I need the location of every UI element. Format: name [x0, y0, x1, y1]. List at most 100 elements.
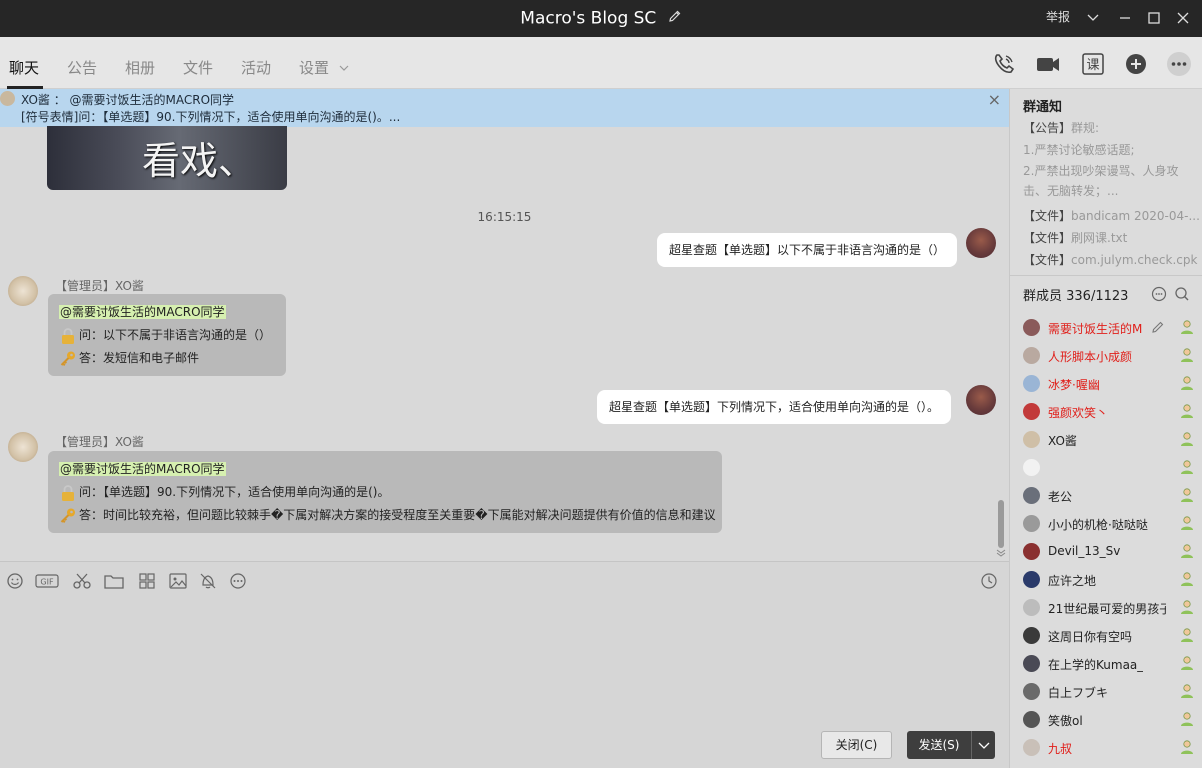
- edit-title-icon[interactable]: [668, 0, 682, 37]
- tab-album[interactable]: 相册: [125, 57, 155, 78]
- member-name: XO酱: [1048, 434, 1077, 448]
- svg-text:GIF: GIF: [40, 578, 54, 587]
- member-item[interactable]: 在上学的Kumaa_: [1023, 649, 1201, 677]
- member-item[interactable]: 需要讨饭生活的M: [1023, 313, 1201, 341]
- banner-close-icon[interactable]: ×: [988, 90, 1001, 109]
- member-status-icon: [1179, 627, 1195, 643]
- close-icon[interactable]: [1173, 9, 1193, 27]
- tab-announcement[interactable]: 公告: [67, 57, 97, 78]
- avatar: [0, 91, 15, 106]
- file-name: bandicam 2020-04-...: [1071, 209, 1199, 223]
- member-status-icon: [1179, 683, 1195, 699]
- member-item[interactable]: 这周日你有空吗: [1023, 621, 1201, 649]
- more-tools-icon[interactable]: [229, 572, 247, 590]
- outgoing-message[interactable]: 超星查题【单选题】以下不属于非语言沟通的是（）: [657, 233, 958, 267]
- send-button[interactable]: 发送(S): [907, 731, 971, 759]
- member-chat-icon[interactable]: [1151, 286, 1167, 302]
- avatar[interactable]: [966, 385, 996, 415]
- notice-rule: 2.严禁出现吵架谩骂、人身攻: [1023, 164, 1179, 178]
- file-item[interactable]: 【文件】刷网课.txt: [1023, 229, 1199, 246]
- maximize-icon[interactable]: [1144, 9, 1164, 27]
- member-item[interactable]: 笑傲ol: [1023, 705, 1201, 733]
- file-tag: 【文件】: [1023, 253, 1072, 267]
- chat-area[interactable]: XO酱 ： @需要讨饭生活的MACRO同学 [符号表情]问：【单选题】90.下列…: [0, 89, 1009, 561]
- chevron-down-icon: [978, 742, 990, 749]
- member-item[interactable]: 21世纪最可爱的男孩子: [1023, 593, 1201, 621]
- svg-text:课: 课: [1086, 58, 1099, 73]
- voice-call-icon[interactable]: [991, 51, 1017, 77]
- image-caption: 看戏、: [142, 139, 257, 183]
- member-name: 应许之地: [1048, 574, 1097, 588]
- folder-icon[interactable]: [104, 572, 124, 590]
- tab-files[interactable]: 文件: [183, 57, 213, 78]
- member-name: Devil_13_Sv: [1048, 544, 1121, 558]
- file-item[interactable]: 【文件】bandicam 2020-04-...: [1023, 207, 1199, 224]
- tab-chat[interactable]: 聊天: [9, 57, 39, 78]
- mention[interactable]: @需要讨饭生活的MACRO同学: [59, 305, 226, 319]
- tab-activities[interactable]: 活动: [241, 57, 271, 78]
- add-app-icon[interactable]: [1123, 51, 1149, 77]
- chevron-down-icon[interactable]: [1083, 9, 1103, 27]
- report-link[interactable]: 举报: [1046, 0, 1070, 35]
- send-options-button[interactable]: [971, 731, 995, 759]
- mention[interactable]: @需要讨饭生活的MACRO同学: [59, 462, 226, 476]
- member-name: 这周日你有空吗: [1048, 630, 1133, 644]
- incoming-message[interactable]: @需要讨饭生活的MACRO同学 问：以下不属于非语言沟通的是（） 答：发短信和电…: [48, 294, 286, 376]
- file-item[interactable]: 【文件】com.julym.check.cpk: [1023, 251, 1199, 268]
- member-status-icon: [1179, 347, 1195, 363]
- avatar[interactable]: [8, 432, 38, 462]
- member-status-icon: [1179, 375, 1195, 391]
- member-item[interactable]: 九叔: [1023, 733, 1201, 761]
- emoji-icon[interactable]: [6, 572, 24, 590]
- doc-icon[interactable]: [138, 572, 156, 590]
- avatar: [1023, 347, 1040, 364]
- edit-card-icon[interactable]: [1151, 320, 1165, 334]
- incoming-message[interactable]: @需要讨饭生活的MACRO同学 问：【单选题】90.下列情况下，适合使用单向沟通…: [48, 451, 722, 533]
- minimize-icon[interactable]: [1115, 9, 1135, 27]
- answer-text: 答：发短信和电子邮件: [79, 351, 200, 365]
- question-text: 问：【单选题】90.下列情况下，适合使用单向沟通的是()。: [79, 485, 390, 499]
- member-item[interactable]: Devil_13_Sv: [1023, 537, 1201, 565]
- close-button[interactable]: 关闭(C): [821, 731, 892, 759]
- member-status-icon: [1179, 543, 1195, 559]
- member-status-icon: [1179, 711, 1195, 727]
- screenshot-scissors-icon[interactable]: [72, 572, 92, 590]
- more-icon[interactable]: [1166, 51, 1192, 77]
- image-message[interactable]: 看戏、: [47, 126, 287, 190]
- file-name: com.julym.check.cpk: [1071, 253, 1198, 267]
- message-input-area[interactable]: GIF 关闭(C) 发送(S): [0, 561, 1009, 768]
- title-bar: Macro's Blog SC 举报: [0, 0, 1202, 37]
- member-item[interactable]: [1023, 453, 1201, 481]
- search-icon[interactable]: [1174, 286, 1190, 302]
- avatar[interactable]: [966, 228, 996, 258]
- avatar: [1023, 571, 1040, 588]
- mention-banner[interactable]: XO酱 ： @需要讨饭生活的MACRO同学 [符号表情]问：【单选题】90.下列…: [0, 89, 1009, 127]
- video-call-icon[interactable]: [1035, 51, 1061, 77]
- file-tag: 【文件】: [1023, 231, 1072, 245]
- gif-icon[interactable]: GIF: [35, 572, 59, 590]
- member-item[interactable]: 老公: [1023, 481, 1201, 509]
- class-icon[interactable]: 课: [1080, 51, 1106, 77]
- member-item[interactable]: 小小的机枪·哒哒哒: [1023, 509, 1201, 537]
- image-icon[interactable]: [169, 572, 187, 590]
- shake-icon[interactable]: [199, 572, 217, 590]
- member-item[interactable]: 白上フブキ: [1023, 677, 1201, 705]
- avatar: [1023, 487, 1040, 504]
- avatar[interactable]: [8, 276, 38, 306]
- member-item[interactable]: 强颜欢笑丶: [1023, 397, 1201, 425]
- member-item[interactable]: 冰梦·喔幽: [1023, 369, 1201, 397]
- member-status-icon: [1179, 739, 1195, 755]
- member-status-icon: [1179, 487, 1195, 503]
- scroll-to-bottom-icon[interactable]: [996, 547, 1006, 557]
- member-status-icon: [1179, 431, 1195, 447]
- outgoing-message[interactable]: 超星查题【单选题】下列情况下，适合使用单向沟通的是（）。: [597, 390, 952, 424]
- member-item[interactable]: XO酱: [1023, 425, 1201, 453]
- tab-settings[interactable]: 设置: [299, 57, 350, 78]
- avatar: [1023, 319, 1040, 336]
- history-clock-icon[interactable]: [980, 572, 998, 590]
- file-name: 刷网课.txt: [1071, 231, 1128, 245]
- notice-header[interactable]: 【公告】群规:: [1023, 119, 1198, 136]
- member-item[interactable]: 人形脚本小成颜: [1023, 341, 1201, 369]
- member-item[interactable]: 应许之地: [1023, 565, 1201, 593]
- chat-scrollbar[interactable]: [998, 500, 1004, 548]
